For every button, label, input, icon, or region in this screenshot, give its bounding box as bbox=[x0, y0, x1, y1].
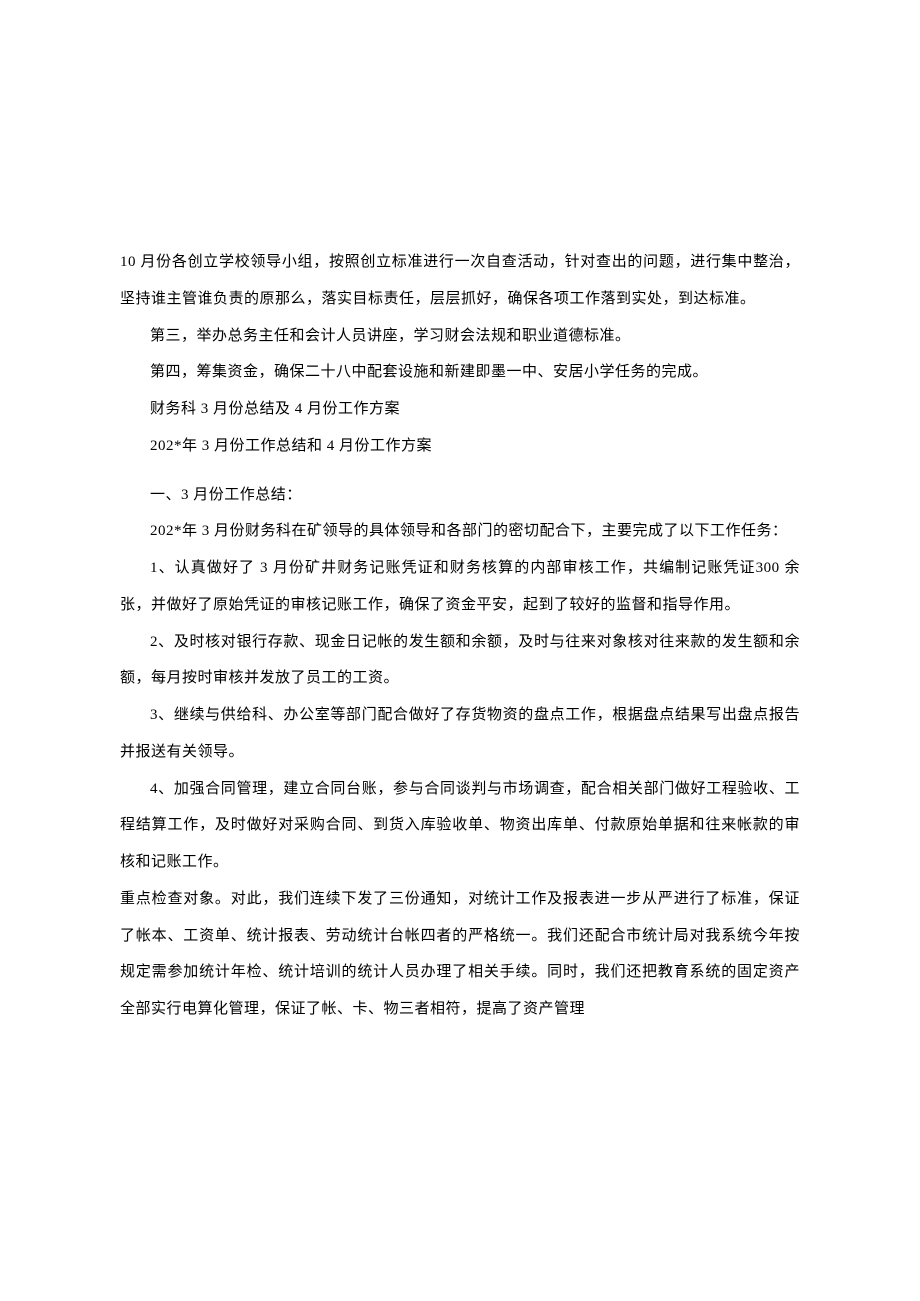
paragraph: 2、及时核对银行存款、现金日记帐的发生额和余额，及时与往来对象核对往来款的发生额… bbox=[120, 624, 800, 698]
paragraph: 202*年 3 月份工作总结和 4 月份工作方案 bbox=[120, 428, 800, 465]
paragraph-spacer bbox=[120, 465, 800, 477]
paragraph: 第四，筹集资金，确保二十八中配套设施和新建即墨一中、安居小学任务的完成。 bbox=[120, 354, 800, 391]
document-page: 10 月份各创立学校领导小组，按照创立标准进行一次自查活动，针对查出的问题，进行… bbox=[0, 0, 920, 1128]
paragraph: 4、加强合同管理，建立合同台账，参与合同谈判与市场调查，配合相关部门做好工程验收… bbox=[120, 771, 800, 881]
paragraph: 第三，举办总务主任和会计人员讲座，学习财会法规和职业道德标准。 bbox=[120, 318, 800, 355]
paragraph: 重点检查对象。对此，我们连续下发了三份通知，对统计工作及报表进一步从严进行了标准… bbox=[120, 881, 800, 1028]
paragraph: 一、3 月份工作总结： bbox=[120, 477, 800, 514]
paragraph: 202*年 3 月份财务科在矿领导的具体领导和各部门的密切配合下，主要完成了以下… bbox=[120, 513, 800, 550]
document-content: 10 月份各创立学校领导小组，按照创立标准进行一次自查活动，针对查出的问题，进行… bbox=[120, 244, 800, 1028]
paragraph: 1、认真做好了 3 月份矿井财务记账凭证和财务核算的内部审核工作，共编制记账凭证… bbox=[120, 550, 800, 624]
paragraph: 10 月份各创立学校领导小组，按照创立标准进行一次自查活动，针对查出的问题，进行… bbox=[120, 244, 800, 318]
paragraph: 3、继续与供给科、办公室等部门配合做好了存货物资的盘点工作，根据盘点结果写出盘点… bbox=[120, 697, 800, 771]
paragraph: 财务科 3 月份总结及 4 月份工作方案 bbox=[120, 391, 800, 428]
